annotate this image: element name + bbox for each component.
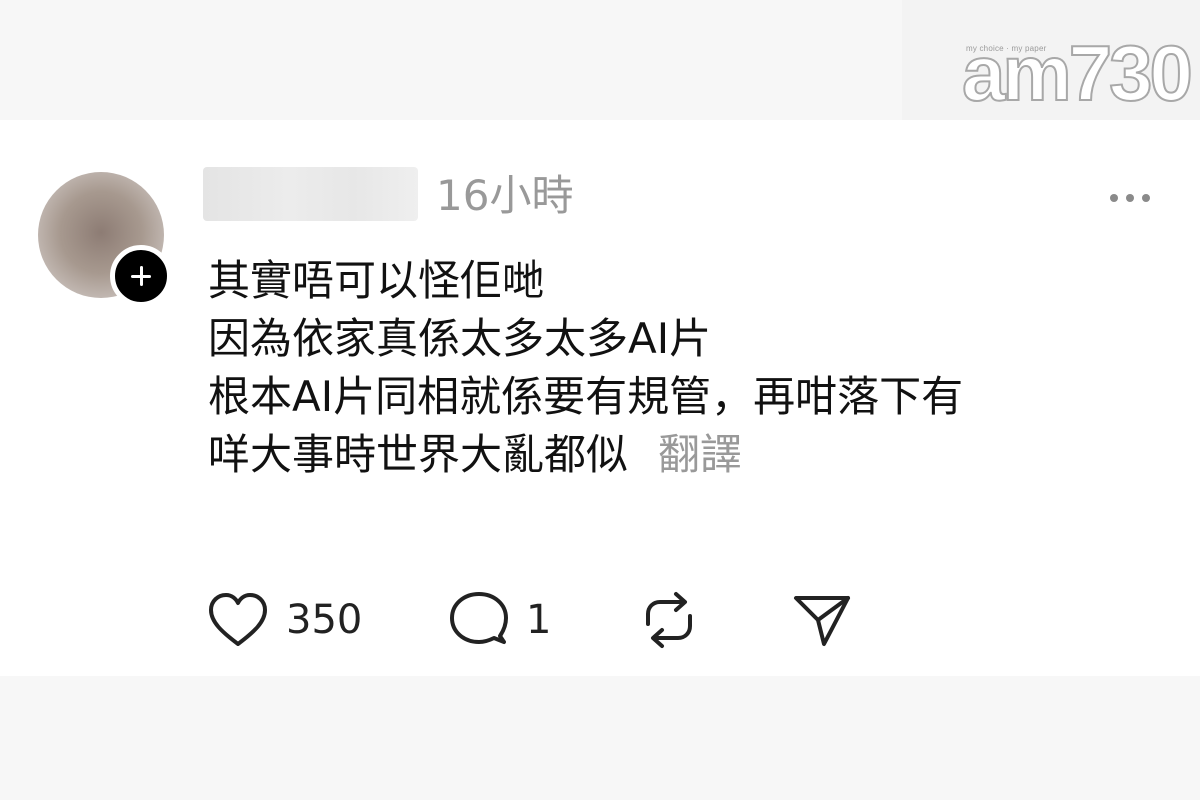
post-timestamp: 16小時 xyxy=(436,171,574,220)
username-blurred[interactable] xyxy=(203,167,418,221)
post-line-2: 因為依家真係太多太多AI片 xyxy=(208,314,712,363)
reply-button[interactable]: 1 xyxy=(448,590,558,650)
post-line-4: 咩大事時世界大亂都似 翻譯 xyxy=(208,426,1168,484)
comment-icon xyxy=(450,592,508,644)
reply-count: 1 xyxy=(526,597,552,643)
share-button[interactable] xyxy=(792,590,854,650)
bottom-background xyxy=(0,676,1200,800)
like-count: 350 xyxy=(286,597,363,643)
follow-button[interactable] xyxy=(110,245,172,307)
more-options-button[interactable] xyxy=(1104,190,1156,206)
post-line-4-text: 咩大事時世界大亂都似 xyxy=(208,430,629,479)
like-button[interactable]: 350 xyxy=(206,590,366,650)
translate-link[interactable]: 翻譯 xyxy=(658,430,742,479)
post-line-3: 根本AI片同相就係要有規管，再咁落下有 xyxy=(208,372,964,421)
heart-icon xyxy=(209,593,267,646)
post-card: 16小時 其實唔可以怪佢哋 因為依家真係太多太多AI片 根本AI片同相就係要有規… xyxy=(0,120,1200,676)
repost-button[interactable] xyxy=(638,590,700,650)
post-line-1: 其實唔可以怪佢哋 xyxy=(208,256,545,305)
send-icon xyxy=(794,596,850,646)
repost-icon xyxy=(646,592,692,648)
am730-logo: am730 xyxy=(961,29,1194,117)
post-text: 其實唔可以怪佢哋 因為依家真係太多太多AI片 根本AI片同相就係要有規管，再咁落… xyxy=(208,252,1168,484)
